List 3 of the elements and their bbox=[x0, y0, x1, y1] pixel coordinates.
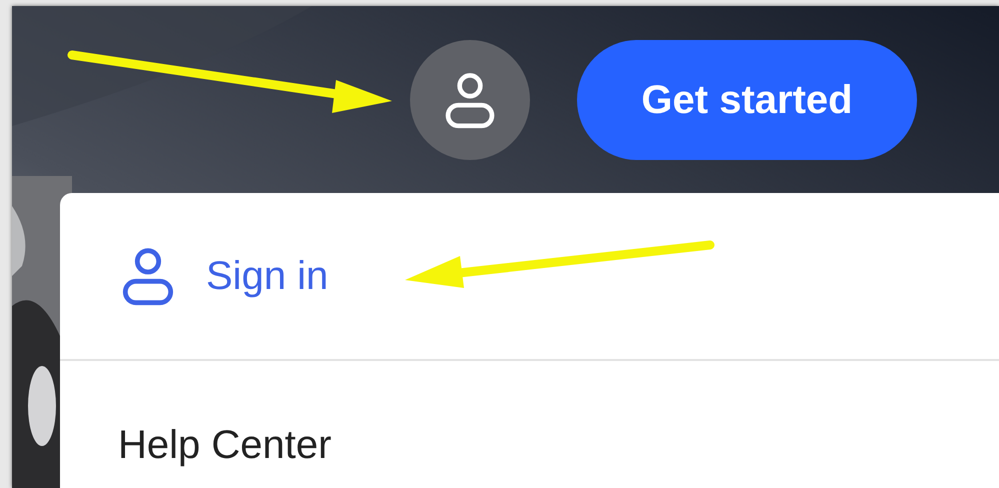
sign-in-link[interactable]: Sign in bbox=[116, 193, 328, 359]
menu-link[interactable]: Help Center bbox=[118, 421, 332, 469]
get-started-button[interactable]: Get started bbox=[577, 40, 917, 160]
